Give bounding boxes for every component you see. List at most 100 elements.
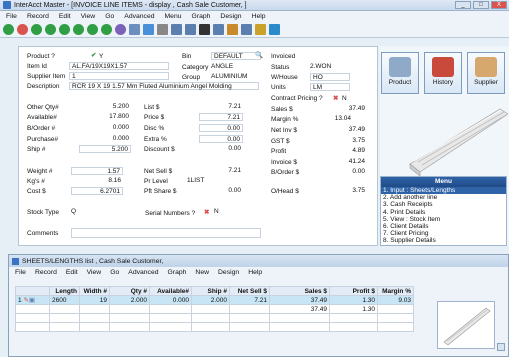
sub-menu-advanced[interactable]: Advanced — [128, 269, 158, 276]
col-sales[interactable]: Sales $ — [269, 286, 330, 296]
menu-record[interactable]: Record — [27, 13, 49, 20]
menu-edit[interactable]: Edit — [59, 13, 71, 20]
extra-field[interactable]: 0.00 — [199, 135, 243, 143]
menu-menu[interactable]: Menu — [165, 13, 182, 20]
menu-item-view-stock[interactable]: 5. View : Stock Item — [381, 216, 506, 223]
print-icon[interactable] — [213, 24, 224, 35]
warehouse-field[interactable]: HO — [310, 73, 350, 81]
supplier-button[interactable]: Supplier — [467, 52, 505, 94]
table-row[interactable]: 1 ✎▣ 2600 19 2.000 0.000 2.000 7.21 37.4… — [15, 295, 414, 305]
toolbar — [0, 22, 509, 38]
price-field[interactable]: 7.21 — [199, 113, 243, 121]
menu-graph[interactable]: Graph — [192, 13, 211, 20]
menu-item-supplier-details[interactable]: 8. Supplier Details — [381, 237, 506, 244]
warehouse-label: W/House — [271, 74, 298, 81]
delete-icon[interactable] — [17, 24, 28, 35]
history-button[interactable]: History — [424, 52, 462, 94]
ship-field[interactable]: 5.200 — [79, 145, 131, 153]
menu-file[interactable]: File — [6, 13, 17, 20]
weight-field[interactable]: 1.57 — [71, 167, 123, 175]
available-label: Available# — [27, 114, 57, 121]
history-icon — [432, 57, 454, 77]
product-button[interactable]: Product — [381, 52, 419, 94]
close-button[interactable]: X — [491, 1, 507, 9]
net-inv-value: 37.49 — [348, 126, 365, 133]
cell-sales[interactable]: 37.49 — [269, 295, 330, 305]
check-icon: ✔ — [91, 52, 97, 59]
row-doc-icon[interactable]: ▣ — [29, 297, 35, 304]
sub-menu-record[interactable]: Record — [35, 269, 57, 276]
disc-field[interactable]: 0.00 — [199, 124, 243, 132]
cell-profit[interactable]: 1.30 — [329, 295, 378, 305]
last-icon[interactable] — [73, 24, 84, 35]
col-width[interactable]: Width # — [79, 286, 110, 296]
col-profit[interactable]: Profit $ — [329, 286, 378, 296]
up-icon[interactable] — [87, 24, 98, 35]
first-icon[interactable] — [59, 24, 70, 35]
grid-icon[interactable] — [241, 24, 252, 35]
comments-field[interactable] — [71, 228, 261, 238]
supplier-item-field[interactable]: 1 — [69, 72, 169, 80]
menu-view[interactable]: View — [81, 13, 96, 20]
menu-advanced[interactable]: Advanced — [124, 13, 154, 20]
extra-label: Extra % — [144, 136, 167, 143]
menu-help[interactable]: Help — [252, 13, 266, 20]
menu-item-client-pricing[interactable]: 7. Client Pricing — [381, 230, 506, 237]
search-icon[interactable] — [157, 24, 168, 35]
resize-grip[interactable] — [497, 343, 505, 351]
sub-menu-new[interactable]: New — [195, 269, 209, 276]
cell-margin[interactable]: 9.03 — [377, 295, 414, 305]
col-length[interactable]: Length — [49, 286, 80, 296]
bin-field[interactable]: DEFAULT — [211, 52, 261, 60]
cell-ship[interactable]: 2.000 — [191, 295, 230, 305]
weight-label: Weight # — [27, 168, 53, 175]
cell-net-sell[interactable]: 7.21 — [229, 295, 270, 305]
col-ship[interactable]: Ship # — [191, 286, 230, 296]
menu-item-add-line[interactable]: 2. Add another line — [381, 194, 506, 201]
monitor-icon[interactable] — [199, 24, 210, 35]
sub-menu-view[interactable]: View — [87, 269, 102, 276]
sub-menu-go[interactable]: Go — [110, 269, 119, 276]
sub-menu-file[interactable]: File — [15, 269, 26, 276]
cell-width[interactable]: 19 — [79, 295, 110, 305]
tools-icon[interactable] — [255, 24, 266, 35]
col-qty[interactable]: Qty # — [109, 286, 150, 296]
menu-go[interactable]: Go — [105, 13, 114, 20]
units-field[interactable]: LM — [310, 83, 350, 91]
select-icon[interactable] — [129, 24, 140, 35]
menu-design[interactable]: Design — [220, 13, 241, 20]
back-icon[interactable] — [31, 24, 42, 35]
col-margin[interactable]: Margin % — [377, 286, 414, 296]
down-icon[interactable] — [101, 24, 112, 35]
menu-item-input-sheets[interactable]: 1. Input : Sheets/Lengths — [381, 187, 506, 195]
forward-icon[interactable] — [45, 24, 56, 35]
document-icon[interactable] — [171, 24, 182, 35]
sub-menu-help[interactable]: Help — [248, 269, 262, 276]
cost-field[interactable]: 6.2701 — [71, 187, 123, 195]
pr-level-value: 1LIST — [187, 177, 205, 184]
cell-available[interactable]: 0.000 — [149, 295, 192, 305]
help-icon[interactable] — [269, 24, 280, 35]
email-icon[interactable] — [227, 24, 238, 35]
description-field[interactable]: RCR 19 X 19 1.57 Mm Fluted Aluminium Ang… — [69, 82, 259, 90]
sub-menu-edit[interactable]: Edit — [66, 269, 78, 276]
refresh-icon[interactable] — [115, 24, 126, 35]
sub-menu-graph[interactable]: Graph — [168, 269, 187, 276]
cell-length[interactable]: 2600 — [49, 295, 80, 305]
col-net-sell[interactable]: Net Sell $ — [229, 286, 270, 296]
info-icon[interactable] — [143, 24, 154, 35]
cell-qty[interactable]: 2.000 — [109, 295, 150, 305]
col-available[interactable]: Available# — [149, 286, 192, 296]
group-field: ALUMINIUM — [211, 73, 248, 80]
add-icon[interactable] — [3, 24, 14, 35]
description-label: Description — [27, 83, 60, 90]
item-id-field[interactable]: AL.FA/19X19X1.57 — [69, 62, 169, 70]
menu-item-client-details[interactable]: 6. Client Details — [381, 223, 506, 230]
maximize-button[interactable]: □ — [473, 1, 489, 9]
sub-menu-design[interactable]: Design — [218, 269, 239, 276]
minimize-button[interactable]: _ — [455, 1, 471, 9]
bin-search-icon[interactable]: 🔍 — [255, 51, 263, 59]
edit-icon[interactable] — [185, 24, 196, 35]
menu-item-cash-receipts[interactable]: 3. Cash Receipts — [381, 201, 506, 208]
menu-item-print-details[interactable]: 4. Print Details — [381, 209, 506, 216]
